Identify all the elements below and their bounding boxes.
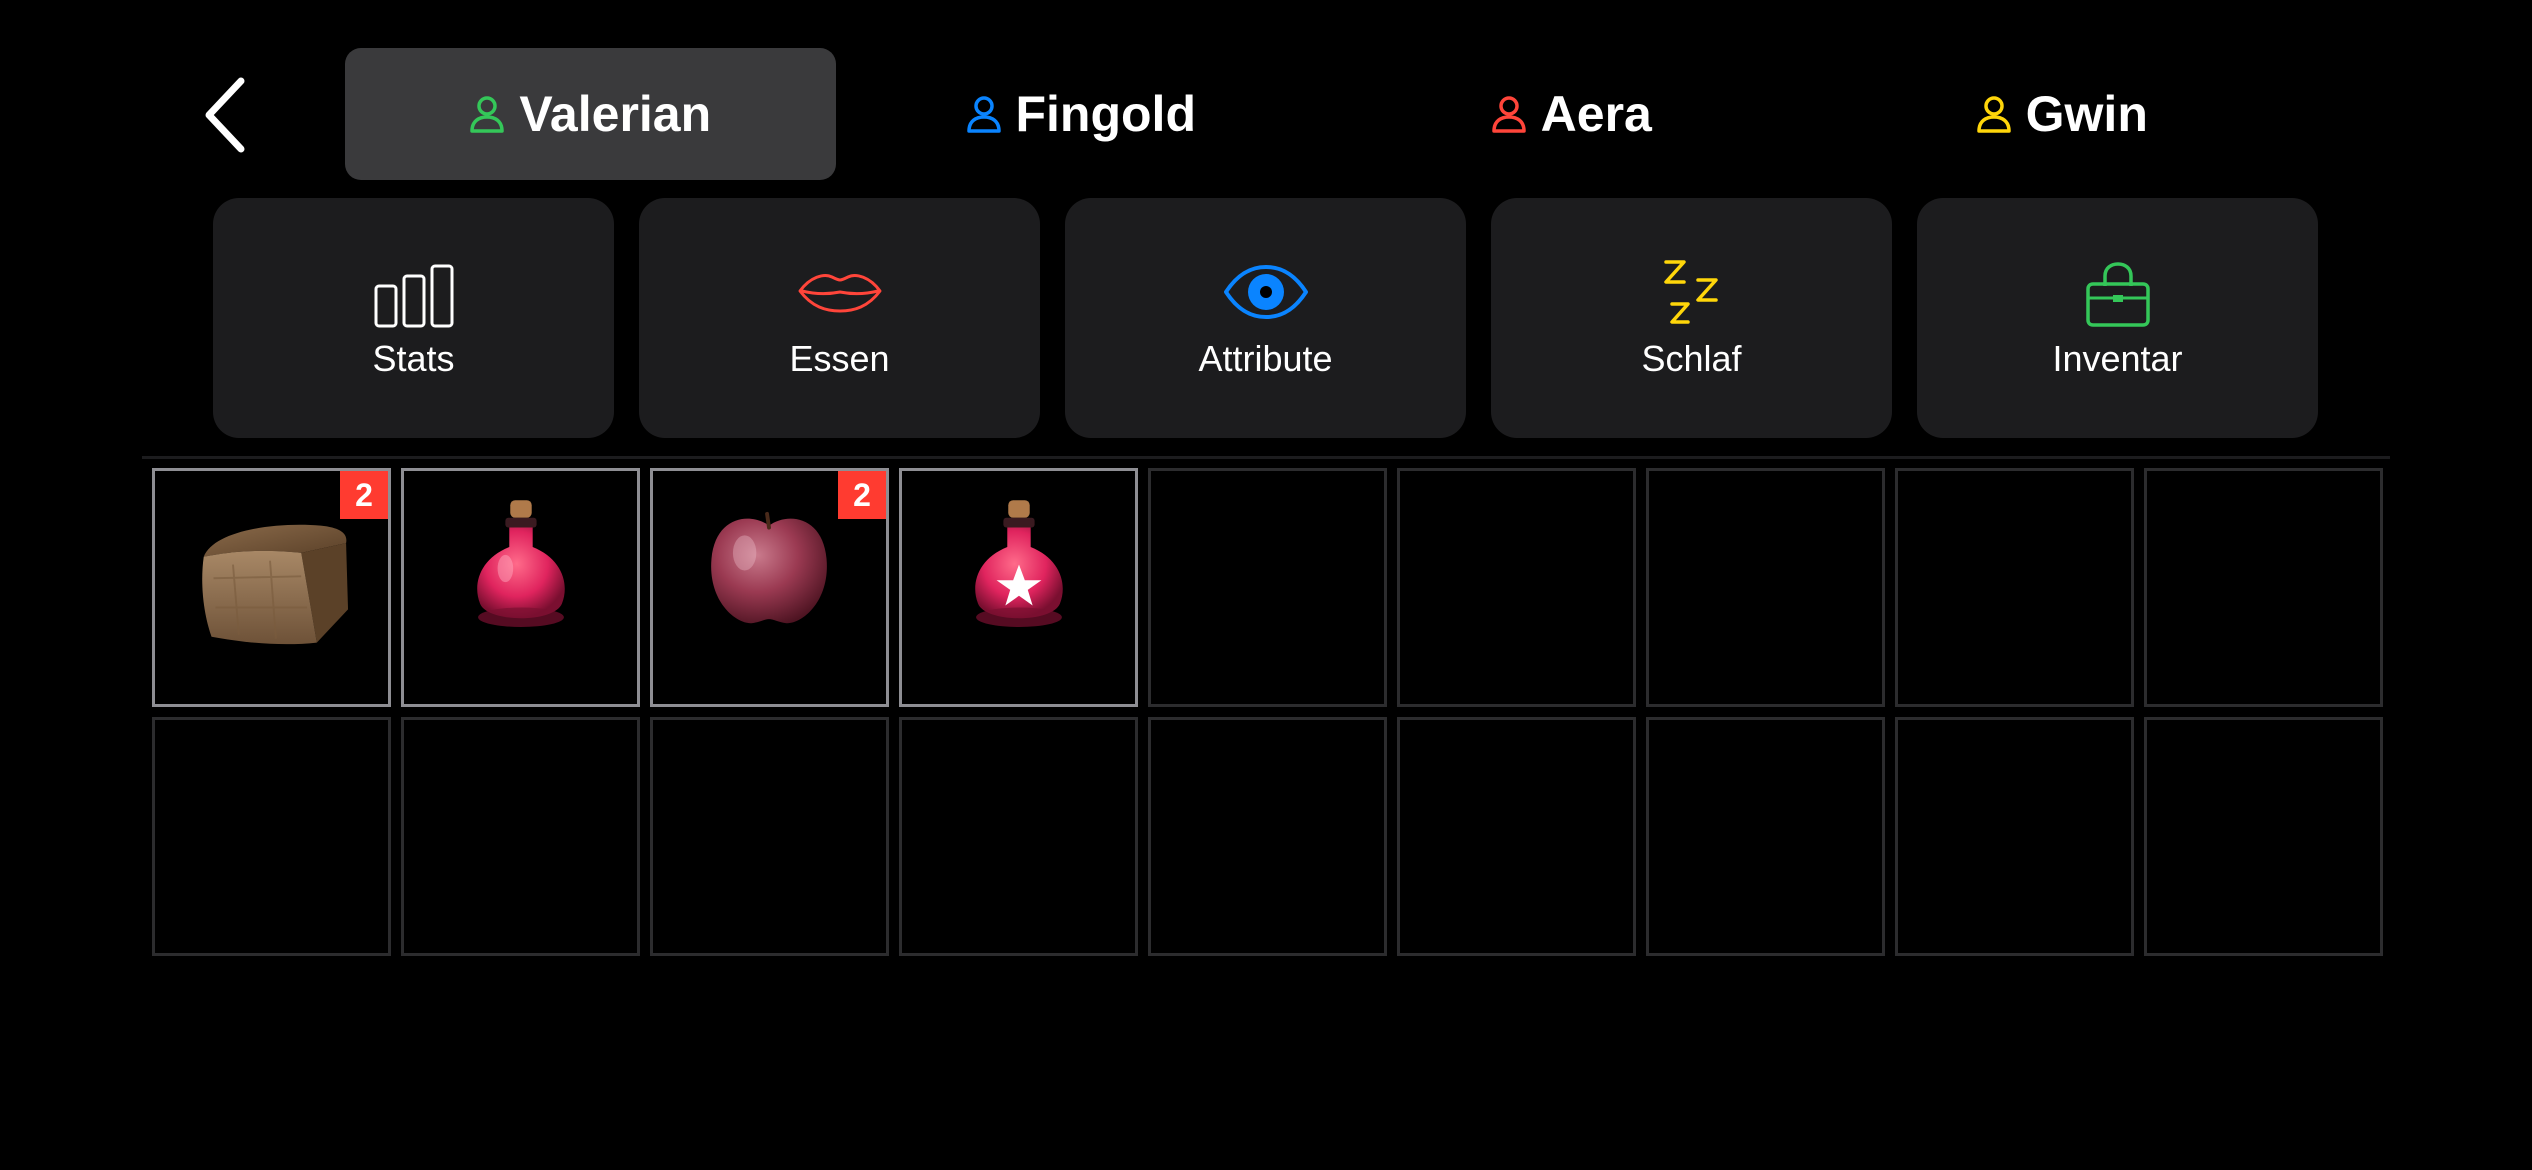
sleep-zzz-icon	[1663, 260, 1718, 324]
tab-character-fingold[interactable]: Fingold	[836, 48, 1327, 180]
back-button[interactable]	[190, 70, 260, 160]
inventory-slot-empty[interactable]	[1397, 717, 1636, 956]
tab-character-gwin[interactable]: Gwin	[1817, 48, 2308, 180]
lips-icon	[798, 274, 881, 313]
chevron-left-icon	[205, 77, 245, 153]
inventory-slot-empty[interactable]	[1895, 717, 2134, 956]
inventory-slot-empty[interactable]	[1397, 468, 1636, 707]
category-inventar-button[interactable]: Inventar	[1917, 198, 2318, 438]
star-potion-icon	[975, 500, 1063, 627]
inventory-slot-empty[interactable]	[401, 717, 640, 956]
category-essen-button[interactable]: Essen	[639, 198, 1040, 438]
tab-character-aera[interactable]: Aera	[1326, 48, 1817, 180]
tab-character-label: Valerian	[519, 86, 712, 142]
category-label: Stats	[372, 338, 455, 379]
inventory-slot-bread[interactable]: 2	[152, 468, 391, 707]
inventory-slot-empty[interactable]	[1148, 717, 1387, 956]
inventory-slot-empty[interactable]	[2144, 468, 2383, 707]
inventory-slot-red-potion[interactable]	[401, 468, 640, 707]
inventory-slot-empty[interactable]	[1895, 468, 2134, 707]
inventory-grid: 2 2	[152, 468, 2383, 956]
inventory-slot-empty[interactable]	[650, 717, 889, 956]
tab-character-label: Fingold	[1015, 86, 1197, 142]
person-icon	[966, 96, 1001, 133]
category-stats-button[interactable]: Stats	[213, 198, 614, 438]
divider	[142, 456, 2390, 459]
category-label: Attribute	[1198, 338, 1333, 379]
category-label: Schlaf	[1641, 338, 1742, 379]
inventory-slot-empty[interactable]	[2144, 717, 2383, 956]
inventory-screen: Valerian Fingold Aera Gwin Stats Essen A…	[0, 0, 2532, 1170]
category-bar: Stats Essen Attribute Schlaf Inventar	[213, 198, 2318, 438]
tab-character-valerian[interactable]: Valerian	[345, 48, 836, 180]
inventory-slot-empty[interactable]	[1646, 717, 1885, 956]
inventory-slot-star-potion[interactable]	[899, 468, 1138, 707]
red-potion-icon	[477, 500, 565, 627]
category-label: Essen	[789, 338, 890, 379]
inventory-slot-empty[interactable]	[152, 717, 391, 956]
tab-character-label: Gwin	[2025, 86, 2148, 142]
person-icon	[1491, 96, 1526, 133]
category-attribute-button[interactable]: Attribute	[1065, 198, 1466, 438]
category-label: Inventar	[2052, 338, 2183, 379]
inventory-slot-apple[interactable]: 2	[650, 468, 889, 707]
category-schlaf-button[interactable]: Schlaf	[1491, 198, 1892, 438]
bar-chart-icon	[374, 264, 453, 328]
handbag-icon	[2085, 262, 2150, 327]
inventory-slot-empty[interactable]	[1646, 468, 1885, 707]
character-tabs: Valerian Fingold Aera Gwin	[345, 48, 2307, 180]
person-icon	[1976, 96, 2011, 133]
eye-icon	[1223, 265, 1308, 319]
inventory-slot-empty[interactable]	[899, 717, 1138, 956]
item-count-badge: 2	[340, 471, 388, 519]
person-icon	[470, 96, 505, 133]
item-count-badge: 2	[838, 471, 886, 519]
tab-character-label: Aera	[1540, 86, 1652, 142]
inventory-slot-empty[interactable]	[1148, 468, 1387, 707]
